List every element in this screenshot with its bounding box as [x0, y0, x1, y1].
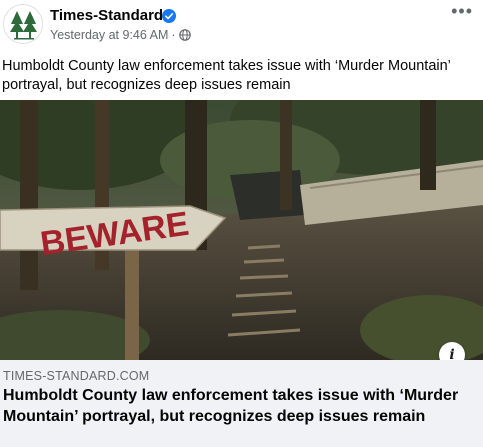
meta-separator: · — [171, 28, 176, 42]
post-timestamp[interactable]: Yesterday at 9:46 AM — [50, 28, 168, 42]
link-title[interactable]: Humboldt County law enforcement takes is… — [3, 385, 479, 427]
globe-icon[interactable] — [178, 29, 191, 41]
forest-scene-image: BEWARE — [0, 100, 483, 360]
post-header: Times-Standard Yesterday at 9:46 AM · ••… — [0, 0, 483, 50]
post-text: Humboldt County law enforcement takes is… — [2, 58, 451, 93]
page-avatar[interactable] — [3, 4, 43, 44]
verified-badge-icon — [162, 9, 176, 23]
page-name-link[interactable]: Times-Standard — [50, 7, 163, 24]
link-preview-footer[interactable]: TIMES-STANDARD.COM Humboldt County law e… — [0, 360, 483, 447]
link-domain: TIMES-STANDARD.COM — [3, 369, 150, 383]
post-meta: Yesterday at 9:46 AM · — [50, 28, 191, 42]
more-options-icon[interactable]: ••• — [451, 2, 473, 20]
link-preview-image[interactable]: BEWARE — [0, 100, 483, 360]
redwood-tree-logo — [4, 5, 42, 43]
